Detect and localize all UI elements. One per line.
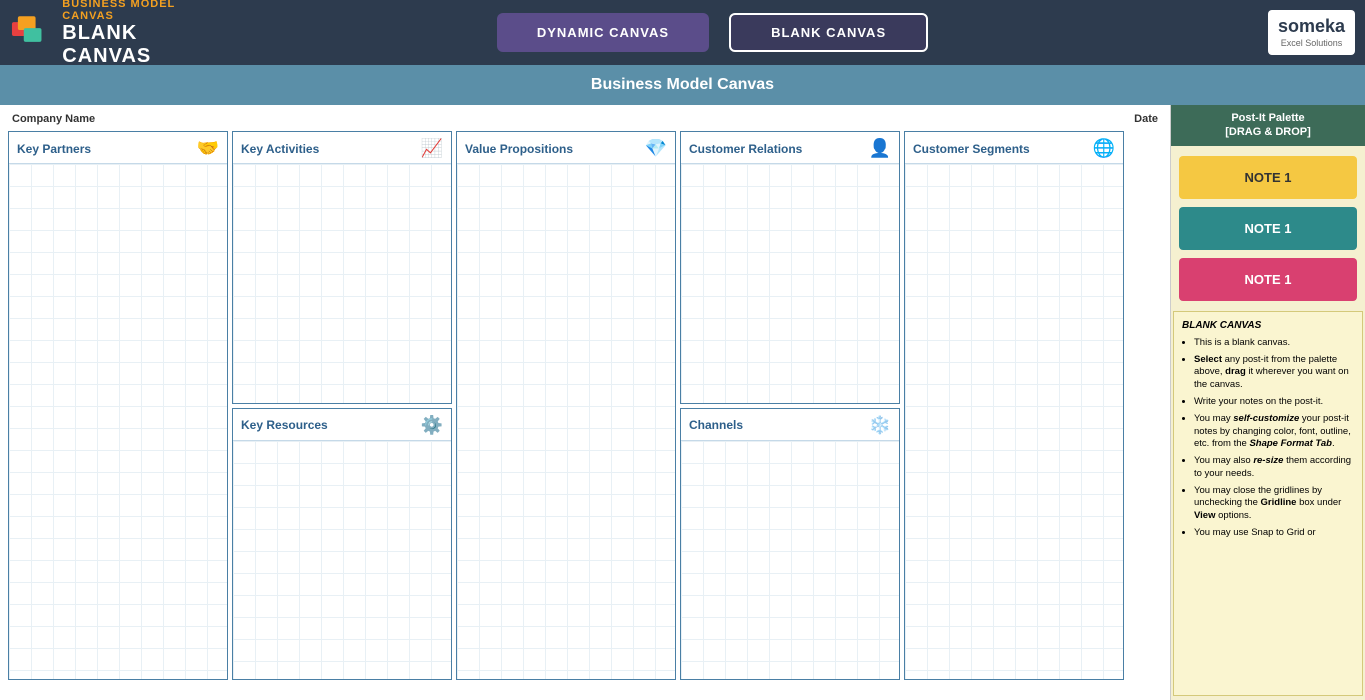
col-value-propositions: Value Propositions 💎 bbox=[456, 131, 676, 680]
key-partners-title: Key Partners bbox=[17, 142, 91, 156]
main-area: Company Name Date Key Partners 🤝 Key Ac bbox=[0, 105, 1365, 700]
page-title: Business Model Canvas bbox=[591, 76, 774, 94]
header-logo: BUSINESS MODEL CANVAS BLANK CANVAS bbox=[10, 0, 230, 68]
key-resources-body[interactable] bbox=[233, 441, 451, 680]
instructions-title: BLANK CANVAS bbox=[1182, 320, 1354, 331]
customer-segments-title: Customer Segments bbox=[913, 142, 1030, 156]
col-activities-resources: Key Activities 📈 Key Resources ⚙️ bbox=[232, 131, 452, 680]
key-resources-header: Key Resources ⚙️ bbox=[233, 409, 451, 441]
key-resources-card: Key Resources ⚙️ bbox=[232, 408, 452, 681]
instruction-item: Select any post-it from the palette abov… bbox=[1194, 354, 1354, 391]
customer-relations-title: Customer Relations bbox=[689, 142, 802, 156]
customer-segments-icon: 🌐 bbox=[1093, 138, 1115, 159]
instructions-list: This is a blank canvas. Select any post-… bbox=[1182, 337, 1354, 540]
header-nav: DYNAMIC CANVAS BLANK CANVAS bbox=[230, 13, 1195, 52]
canvas-grid: Key Partners 🤝 Key Activities 📈 bbox=[8, 131, 1162, 680]
brand-logo: someka Excel Solutions bbox=[1195, 10, 1355, 54]
col-key-partners: Key Partners 🤝 bbox=[8, 131, 228, 680]
someka-name: someka bbox=[1278, 16, 1345, 38]
value-propositions-body[interactable] bbox=[457, 164, 675, 679]
palette-title: Post-It Palette bbox=[1175, 111, 1361, 125]
company-name-label[interactable]: Company Name bbox=[12, 113, 95, 125]
value-propositions-title: Value Propositions bbox=[465, 142, 573, 156]
blank-canvas-button[interactable]: BLANK CANVAS bbox=[729, 13, 928, 52]
logo-icon bbox=[10, 10, 54, 55]
page-title-bar: Business Model Canvas bbox=[0, 65, 1365, 105]
channels-header: Channels ❄️ bbox=[681, 409, 899, 441]
canvas-area: Company Name Date Key Partners 🤝 Key Ac bbox=[0, 105, 1170, 700]
key-resources-title: Key Resources bbox=[241, 418, 328, 432]
header-titles: BUSINESS MODEL CANVAS BLANK CANVAS bbox=[62, 0, 230, 68]
key-activities-header: Key Activities 📈 bbox=[233, 132, 451, 164]
someka-brand: someka Excel Solutions bbox=[1268, 10, 1355, 54]
header-subtitle: BUSINESS MODEL CANVAS bbox=[62, 0, 230, 22]
header: BUSINESS MODEL CANVAS BLANK CANVAS DYNAM… bbox=[0, 0, 1365, 65]
instruction-item: You may self-customize your post-it note… bbox=[1194, 413, 1354, 450]
channels-body[interactable] bbox=[681, 441, 899, 680]
value-propositions-icon: 💎 bbox=[645, 138, 667, 159]
key-activities-title: Key Activities bbox=[241, 142, 319, 156]
customer-segments-body[interactable] bbox=[905, 164, 1123, 679]
header-title: BLANK CANVAS bbox=[62, 22, 230, 68]
note-pink[interactable]: NOTE 1 bbox=[1179, 258, 1357, 301]
customer-relations-icon: 👤 bbox=[869, 138, 891, 159]
palette-header: Post-It Palette [DRAG & DROP] bbox=[1171, 105, 1365, 146]
key-activities-card: Key Activities 📈 bbox=[232, 131, 452, 404]
instruction-item: You may close the gridlines by uncheckin… bbox=[1194, 485, 1354, 522]
key-partners-card: Key Partners 🤝 bbox=[8, 131, 228, 680]
instruction-item: You may use Snap to Grid or bbox=[1194, 527, 1354, 539]
customer-relations-header: Customer Relations 👤 bbox=[681, 132, 899, 164]
someka-sub: Excel Solutions bbox=[1281, 38, 1343, 49]
date-label[interactable]: Date bbox=[1134, 113, 1158, 125]
channels-icon: ❄️ bbox=[869, 415, 891, 436]
value-propositions-card: Value Propositions 💎 bbox=[456, 131, 676, 680]
key-resources-icon: ⚙️ bbox=[421, 415, 443, 436]
channels-card: Channels ❄️ bbox=[680, 408, 900, 681]
key-activities-body[interactable] bbox=[233, 164, 451, 403]
key-partners-header: Key Partners 🤝 bbox=[9, 132, 227, 164]
key-activities-icon: 📈 bbox=[421, 138, 443, 159]
customer-segments-card: Customer Segments 🌐 bbox=[904, 131, 1124, 680]
note-yellow[interactable]: NOTE 1 bbox=[1179, 156, 1357, 199]
instruction-item: Write your notes on the post-it. bbox=[1194, 396, 1354, 408]
sidebar-instructions: BLANK CANVAS This is a blank canvas. Sel… bbox=[1173, 311, 1363, 696]
key-partners-body[interactable] bbox=[9, 164, 227, 679]
note-teal[interactable]: NOTE 1 bbox=[1179, 207, 1357, 250]
sidebar: Post-It Palette [DRAG & DROP] NOTE 1 NOT… bbox=[1170, 105, 1365, 700]
dynamic-canvas-button[interactable]: DYNAMIC CANVAS bbox=[497, 13, 709, 52]
customer-relations-body[interactable] bbox=[681, 164, 899, 403]
sidebar-notes: NOTE 1 NOTE 1 NOTE 1 bbox=[1171, 146, 1365, 311]
palette-subtitle: [DRAG & DROP] bbox=[1175, 125, 1361, 139]
value-propositions-header: Value Propositions 💎 bbox=[457, 132, 675, 164]
instruction-item: You may also re-size them according to y… bbox=[1194, 455, 1354, 480]
canvas-meta: Company Name Date bbox=[8, 113, 1162, 125]
col-customer-segments: Customer Segments 🌐 bbox=[904, 131, 1124, 680]
customer-relations-card: Customer Relations 👤 bbox=[680, 131, 900, 404]
key-partners-icon: 🤝 bbox=[197, 138, 219, 159]
channels-title: Channels bbox=[689, 418, 743, 432]
instruction-item: This is a blank canvas. bbox=[1194, 337, 1354, 349]
customer-segments-header: Customer Segments 🌐 bbox=[905, 132, 1123, 164]
col-relations-channels: Customer Relations 👤 Channels ❄️ bbox=[680, 131, 900, 680]
